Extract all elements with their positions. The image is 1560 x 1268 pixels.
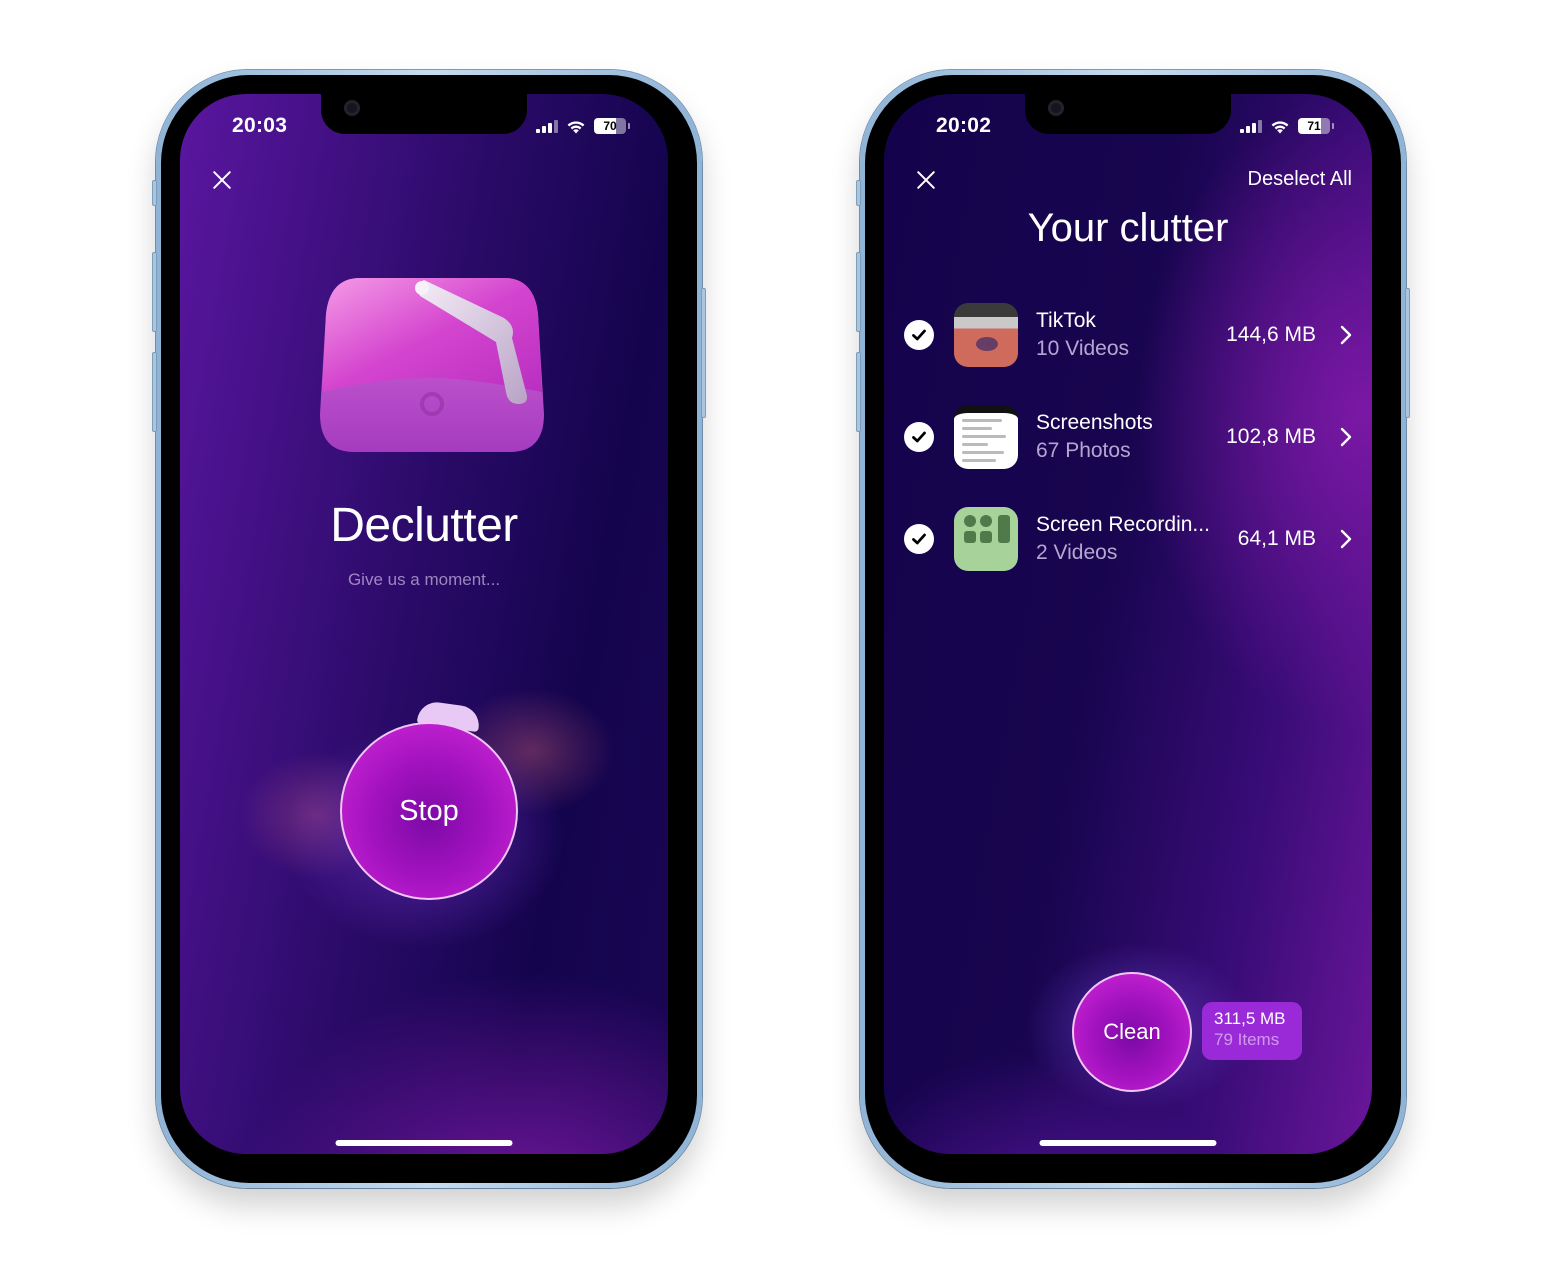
thumbnail-image xyxy=(954,507,1018,571)
chevron-right-icon[interactable] xyxy=(1340,325,1352,345)
mute-switch xyxy=(152,180,157,206)
volume-down-button xyxy=(856,352,861,432)
close-button[interactable] xyxy=(210,168,234,192)
chevron-right-icon[interactable] xyxy=(1340,427,1352,447)
deselect-all-button[interactable]: Deselect All xyxy=(1248,168,1353,191)
screen-scanning: 20:03 70 Declutter Give us a moment... S… xyxy=(180,94,668,1154)
camera-icon xyxy=(1048,100,1064,116)
item-size: 102,8 MB xyxy=(1226,425,1316,448)
clutter-list: TikTok 10 Videos 144,6 MB Screenshots 67… xyxy=(904,284,1352,590)
home-indicator[interactable] xyxy=(1039,1140,1217,1146)
mute-switch xyxy=(856,180,861,206)
battery-icon: 70 xyxy=(594,118,626,134)
wifi-icon xyxy=(567,120,585,133)
volume-up-button xyxy=(152,252,157,332)
phone-results: 20:02 71 Deselect All Your clutter TikTo… xyxy=(856,70,1410,1188)
total-size: 311,5 MB xyxy=(1214,1009,1286,1028)
item-count: 67 Photos xyxy=(1036,439,1131,462)
status-time: 20:02 xyxy=(936,114,992,137)
cellular-signal-icon xyxy=(536,119,558,133)
declutter-box-icon xyxy=(320,278,544,452)
list-item-screen-recordings[interactable]: Screen Recordin... 2 Videos 64,1 MB xyxy=(904,488,1352,590)
thumbnail-image xyxy=(954,405,1018,469)
status-icons: 71 xyxy=(1240,118,1334,134)
clean-button-label: Clean xyxy=(1103,1019,1161,1044)
list-item-screenshots[interactable]: Screenshots 67 Photos 102,8 MB xyxy=(904,386,1352,488)
battery-icon: 71 xyxy=(1298,118,1330,134)
item-name: Screen Recordin... xyxy=(1036,513,1210,536)
home-indicator[interactable] xyxy=(335,1140,513,1146)
phone-scanning: 20:03 70 Declutter Give us a moment... S… xyxy=(152,70,706,1188)
item-size: 144,6 MB xyxy=(1226,323,1316,346)
screen-results: 20:02 71 Deselect All Your clutter TikTo… xyxy=(884,94,1372,1154)
notch xyxy=(1025,94,1231,134)
item-count: 2 Videos xyxy=(1036,541,1118,564)
close-button[interactable] xyxy=(914,168,938,192)
stop-button-label: Stop xyxy=(399,794,459,827)
page-title: Your clutter xyxy=(1027,206,1229,250)
scan-status-text: Give us a moment... xyxy=(347,570,501,589)
stop-button[interactable]: Stop xyxy=(340,722,518,900)
item-name: TikTok xyxy=(1036,309,1096,332)
chevron-right-icon[interactable] xyxy=(1340,529,1352,549)
checkbox-checked-icon[interactable] xyxy=(904,524,934,554)
status-icons: 70 xyxy=(536,118,630,134)
power-button xyxy=(701,288,706,418)
volume-up-button xyxy=(856,252,861,332)
wifi-icon xyxy=(1271,120,1289,133)
volume-down-button xyxy=(152,352,157,432)
item-count: 10 Videos xyxy=(1036,337,1130,360)
list-item-tiktok[interactable]: TikTok 10 Videos 144,6 MB xyxy=(904,284,1352,386)
power-button xyxy=(1405,288,1410,418)
scan-progress-control: Stop xyxy=(340,699,518,904)
checkbox-checked-icon[interactable] xyxy=(904,320,934,350)
camera-icon xyxy=(344,100,360,116)
total-summary-badge: 311,5 MB 79 Items xyxy=(1202,1002,1302,1060)
item-name: Screenshots xyxy=(1036,411,1153,434)
total-items: 79 Items xyxy=(1214,1030,1280,1049)
cellular-signal-icon xyxy=(1240,119,1262,133)
notch xyxy=(321,94,527,134)
checkbox-checked-icon[interactable] xyxy=(904,422,934,452)
item-size: 64,1 MB xyxy=(1237,527,1316,550)
thumbnail-image xyxy=(954,303,1018,367)
app-title: Declutter xyxy=(330,499,518,552)
status-time: 20:03 xyxy=(232,114,288,137)
clean-button[interactable]: Clean xyxy=(1072,972,1192,1092)
